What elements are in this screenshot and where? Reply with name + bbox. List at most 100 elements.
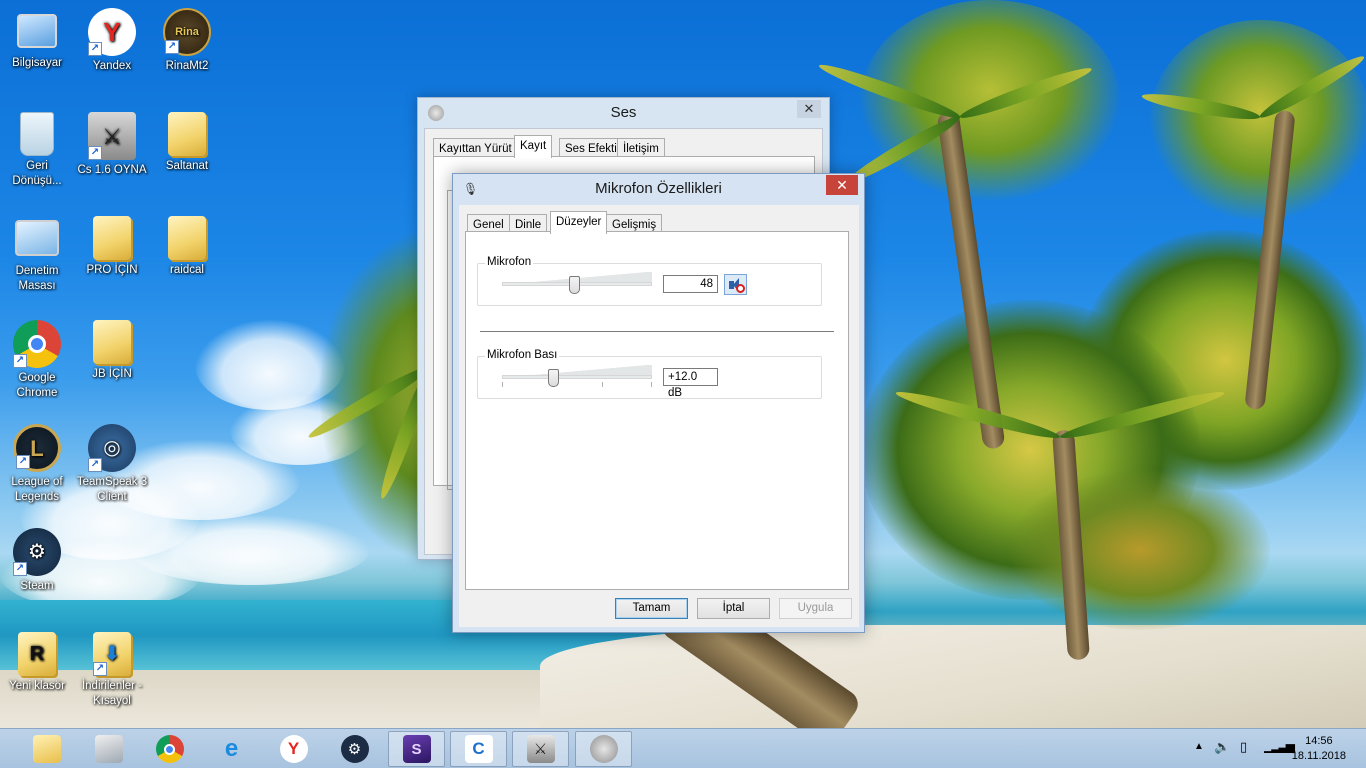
boost-value-text: +12.0 dB (668, 371, 698, 399)
microphone-window-title: Mikrofon Özellikleri (595, 180, 722, 197)
microphone-level-value[interactable]: 48 (663, 275, 718, 293)
desktop-icon-downloads[interactable]: ⬇ ↗ İndirilenler - Kısayol (75, 632, 149, 709)
desktop-icon-teamspeak[interactable]: ◎ ↗ TeamSpeak 3 Client (75, 424, 149, 505)
palm-foliage (1150, 20, 1366, 220)
microphone-level-slider[interactable] (502, 272, 652, 294)
microphone-boost-value[interactable]: +12.0 dB (663, 368, 718, 399)
desktop-icon-raidcal[interactable]: raidcal (150, 216, 224, 278)
file-explorer-icon (32, 735, 61, 763)
folder-icon (168, 112, 206, 156)
desktop-icon-label: League of Legends (11, 476, 63, 503)
tab-sound-effects[interactable]: Ses Efekti (559, 138, 623, 158)
taskbar-internet-explorer[interactable]: e (203, 731, 260, 767)
close-button[interactable]: ✕ (826, 175, 858, 195)
tab-levels[interactable]: Düzeyler (550, 211, 608, 234)
microphone-properties-window[interactable]: 🎙 Mikrofon Özellikleri ✕ Genel Dinle Düz… (452, 173, 865, 633)
desktop-icon-label: raidcal (170, 264, 204, 276)
internet-explorer-icon: e (224, 735, 239, 762)
microphone-level-label: Mikrofon (485, 256, 534, 268)
microphone-boost-label: Mikrofon Bası (485, 349, 560, 361)
desktop-icon-yeni-klasor[interactable]: R Yeni klasör (0, 632, 74, 694)
k-app-icon: C (464, 735, 493, 763)
desktop-icon-recycle-bin[interactable]: Geri Dönüşü... (0, 112, 74, 189)
show-hidden-icons-icon[interactable]: ▲ (1194, 741, 1204, 752)
network-signal-icon[interactable]: ▁▂▃▅ (1264, 739, 1295, 753)
tab-recording[interactable]: Kayıt (514, 135, 553, 158)
desktop-icon-league-of-legends[interactable]: L ↗ League of Legends (0, 424, 74, 505)
tab-communication[interactable]: İletişim (617, 138, 665, 158)
desktop-icon-bilgisayar[interactable]: Bilgisayar (0, 8, 74, 71)
microphone-window-body: Genel Dinle Düzeyler Gelişmiş Mikrofon 4… (459, 205, 859, 627)
rina-icon: Rina ↗ (163, 8, 211, 56)
taskbar-file-explorer[interactable] (18, 731, 75, 767)
desktop-icon-label: Yandex (92, 60, 132, 72)
microphone-boost-slider[interactable] (502, 365, 652, 387)
sound-device-icon (94, 735, 123, 763)
yandex-icon: Y (279, 735, 308, 763)
folder-icon (168, 216, 206, 260)
clock-date: 18.11.2018 (1291, 750, 1346, 762)
taskbar-yandex[interactable]: Y (265, 731, 322, 767)
recycle-bin-icon (20, 112, 54, 156)
power-icon[interactable]: ▯ (1240, 739, 1247, 755)
steam-icon: ⚙ (340, 735, 369, 763)
desktop-icon-label: İndirilenler - Kısayol (81, 680, 143, 707)
sound-window-title: Ses (610, 104, 637, 121)
levels-panel: Mikrofon 48 Mikrofon Bası +12.0 dB (465, 231, 849, 590)
steam-icon: ⚙ ↗ (13, 528, 61, 576)
close-icon: ✕ (836, 177, 848, 193)
desktop-icon-label: Yeni klasör (9, 680, 65, 692)
taskbar-chrome[interactable] (141, 731, 198, 767)
yandex-icon: Y ↗ (88, 8, 136, 56)
chrome-icon: ↗ (13, 320, 61, 368)
desktop-icon-label: Geri Dönüşü... (12, 160, 62, 187)
folder-r-icon: R (18, 632, 56, 676)
mute-button[interactable] (724, 274, 747, 295)
volume-icon[interactable]: 🔈 (1214, 739, 1230, 755)
slider-thumb[interactable] (569, 276, 580, 294)
tab-playback[interactable]: Kayıttan Yürüt (433, 138, 518, 158)
desktop-icon-yandex[interactable]: Y ↗ Yandex (75, 8, 149, 74)
desktop-icon-steam[interactable]: ⚙ ↗ Steam (0, 528, 74, 594)
desktop-icon-label: Google Chrome (16, 372, 58, 399)
desktop-icon-label: Bilgisayar (12, 57, 62, 69)
close-icon: ✕ (803, 101, 815, 116)
desktop-icon-cs16[interactable]: ⚔ ↗ Cs 1.6 OYNA (75, 112, 149, 178)
shortcut-arrow-icon: ↗ (88, 458, 102, 472)
microphone-boost-group: Mikrofon Bası +12.0 dB (477, 349, 822, 399)
close-button[interactable]: ✕ (797, 100, 821, 118)
counter-strike-icon: ⚔ (526, 735, 555, 763)
sand (540, 625, 1366, 728)
folder-icon (93, 216, 131, 260)
rina-badge-text: Rina (175, 25, 199, 38)
desktop-icon-saltanat[interactable]: Saltanat (150, 112, 224, 174)
desktop-icon-rinamt2[interactable]: Rina ↗ RinaMt2 (150, 8, 224, 74)
taskbar-counter-strike[interactable]: ⚔ (512, 731, 569, 767)
shortcut-arrow-icon: ↗ (13, 354, 27, 368)
desktop-icon-label: JB İÇİN (92, 368, 132, 380)
slider-thumb[interactable] (548, 369, 559, 387)
shortcut-arrow-icon: ↗ (88, 42, 102, 56)
ok-button[interactable]: Tamam (615, 598, 688, 619)
desktop-icon-control-panel[interactable]: Denetim Masası (0, 216, 74, 294)
taskbar-clock[interactable]: 14:56 18.11.2018 (1292, 734, 1346, 764)
apply-button[interactable]: Uygula (779, 598, 852, 619)
teamspeak-icon: ◎ ↗ (88, 424, 136, 472)
rina-app-icon: S (402, 735, 431, 763)
taskbar: e Y ⚙ S C ⚔ ▲ 🔈 ▯ ▁▂▃▅ 14:56 18.11.2018 (0, 728, 1366, 768)
taskbar-k-app[interactable]: C (450, 731, 507, 767)
clock-time: 14:56 (1305, 735, 1333, 747)
folder-icon (93, 320, 131, 364)
taskbar-sound[interactable] (575, 731, 632, 767)
computer-icon (17, 14, 57, 48)
taskbar-sound-device[interactable] (80, 731, 137, 767)
shortcut-arrow-icon: ↗ (88, 146, 102, 160)
desktop-icon-pro-icin[interactable]: PRO İÇİN (75, 216, 149, 278)
counter-strike-icon: ⚔ ↗ (88, 112, 136, 160)
cancel-button[interactable]: İptal (697, 598, 770, 619)
desktop-icon-chrome[interactable]: ↗ Google Chrome (0, 320, 74, 401)
taskbar-rina-app[interactable]: S (388, 731, 445, 767)
shortcut-arrow-icon: ↗ (16, 455, 30, 469)
taskbar-steam[interactable]: ⚙ (326, 731, 383, 767)
desktop-icon-jb-icin[interactable]: JB İÇİN (75, 320, 149, 382)
